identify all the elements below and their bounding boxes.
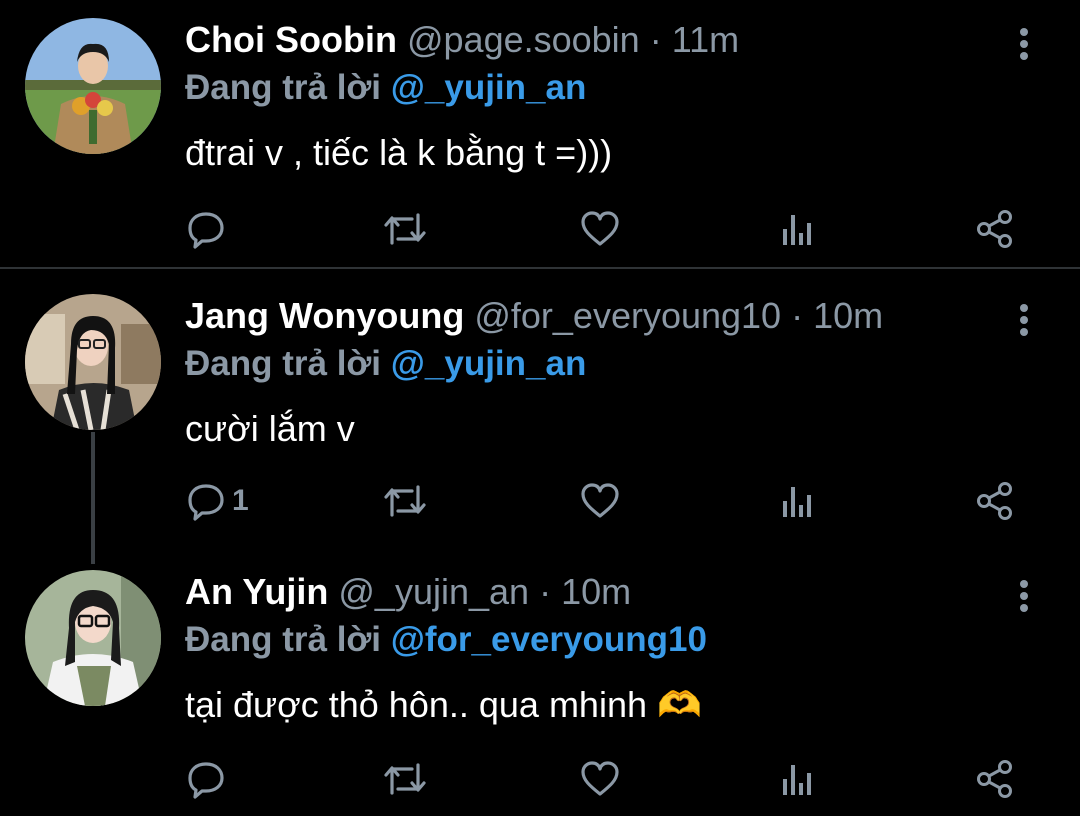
avatar[interactable] <box>25 570 161 706</box>
like-button[interactable] <box>580 476 620 526</box>
reply-icon <box>186 481 226 521</box>
author-name[interactable]: Choi Soobin <box>185 19 397 60</box>
like-button[interactable] <box>580 204 620 254</box>
avatar[interactable] <box>25 294 161 430</box>
tweet-header: Jang Wonyoung @for_everyoung10 · 10m <box>185 294 883 338</box>
analytics-icon <box>778 481 818 521</box>
retweet-button[interactable] <box>382 476 428 526</box>
share-button[interactable] <box>974 476 1016 526</box>
reply-button[interactable] <box>186 204 232 254</box>
more-options-icon[interactable] <box>1008 576 1040 616</box>
replying-mention[interactable]: @_yujin_an <box>391 68 587 107</box>
tweet-text: tại được thỏ hôn.. qua mhinh 🫶 <box>185 682 702 728</box>
replying-prefix: Đang trả lời <box>185 620 382 659</box>
tweet-1[interactable]: Choi Soobin @page.soobin · 11m Đang trả … <box>0 18 1080 258</box>
like-icon <box>580 759 620 799</box>
reply-count: 1 <box>232 484 249 517</box>
retweet-icon <box>382 759 428 799</box>
analytics-button[interactable] <box>778 476 818 526</box>
author-name[interactable]: Jang Wonyoung <box>185 295 464 336</box>
retweet-icon <box>382 209 428 249</box>
share-icon <box>974 208 1016 250</box>
reply-icon <box>186 209 226 249</box>
replying-to: Đang trả lời @_yujin_an <box>185 342 586 386</box>
reply-button[interactable] <box>186 754 232 804</box>
reply-icon <box>186 759 226 799</box>
analytics-button[interactable] <box>778 204 818 254</box>
like-button[interactable] <box>580 754 620 804</box>
tweet-text: cười lắm v <box>185 408 355 449</box>
tweet-2[interactable]: Jang Wonyoung @for_everyoung10 · 10m Đan… <box>0 294 1080 534</box>
like-icon <box>580 481 620 521</box>
retweet-button[interactable] <box>382 204 428 254</box>
avatar[interactable] <box>25 18 161 154</box>
replying-prefix: Đang trả lời <box>185 344 382 383</box>
author-name[interactable]: An Yujin <box>185 571 328 612</box>
analytics-icon <box>778 759 818 799</box>
timestamp[interactable]: 11m <box>672 19 739 60</box>
share-button[interactable] <box>974 754 1016 804</box>
replying-prefix: Đang trả lời <box>185 68 382 107</box>
timestamp[interactable]: 10m <box>561 571 631 612</box>
retweet-button[interactable] <box>382 754 428 804</box>
share-icon <box>974 758 1016 800</box>
reply-button[interactable]: 1 <box>186 476 249 526</box>
more-options-icon[interactable] <box>1008 24 1040 64</box>
heart-hands-emoji: 🫶 <box>657 684 702 725</box>
tweet-divider <box>0 267 1080 269</box>
timestamp[interactable]: 10m <box>813 295 883 336</box>
tweet-text-body: tại được thỏ hôn.. qua mhinh <box>185 684 647 725</box>
tweet-actions <box>0 754 1080 804</box>
share-icon <box>974 480 1016 522</box>
author-handle[interactable]: @page.soobin <box>407 19 640 60</box>
author-handle[interactable]: @_yujin_an <box>338 571 529 612</box>
share-button[interactable] <box>974 204 1016 254</box>
thread-connector-line <box>91 432 95 564</box>
separator: · <box>791 295 804 336</box>
tweet-text: đtrai v , tiếc là k bằng t =))) <box>185 132 613 173</box>
tweet-actions: 1 <box>0 476 1080 526</box>
retweet-icon <box>382 481 428 521</box>
separator: · <box>649 19 662 60</box>
separator: · <box>539 571 552 612</box>
author-handle[interactable]: @for_everyoung10 <box>474 295 781 336</box>
analytics-icon <box>778 209 818 249</box>
analytics-button[interactable] <box>778 754 818 804</box>
replying-to: Đang trả lời @for_everyoung10 <box>185 618 707 662</box>
like-icon <box>580 209 620 249</box>
replying-to: Đang trả lời @_yujin_an <box>185 66 586 110</box>
more-options-icon[interactable] <box>1008 300 1040 340</box>
replying-mention[interactable]: @_yujin_an <box>391 344 587 383</box>
tweet-actions <box>0 204 1080 254</box>
tweet-3[interactable]: An Yujin @_yujin_an · 10m Đang trả lời @… <box>0 570 1080 810</box>
replying-mention[interactable]: @for_everyoung10 <box>391 620 707 659</box>
tweet-header: Choi Soobin @page.soobin · 11m <box>185 18 739 62</box>
tweet-header: An Yujin @_yujin_an · 10m <box>185 570 631 614</box>
